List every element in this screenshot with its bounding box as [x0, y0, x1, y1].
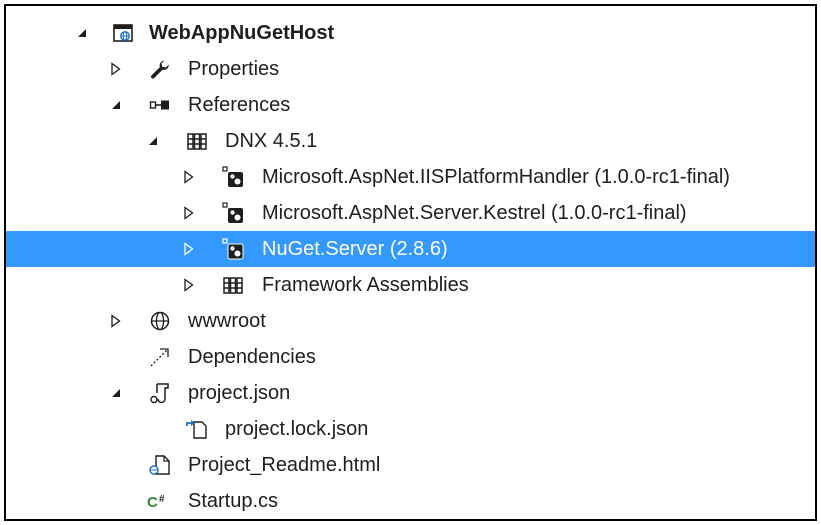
html-file-icon [149, 454, 171, 476]
lock-file-icon [186, 418, 208, 440]
solution-tree: WebAppNuGetHost Properties References DN… [6, 15, 815, 519]
expanded-arrow-icon[interactable] [146, 134, 160, 148]
expanded-arrow-icon[interactable] [109, 98, 123, 112]
tree-item-label: References [188, 94, 291, 116]
nuget-package-icon [222, 238, 244, 260]
tree-item-label: Dependencies [188, 346, 316, 368]
expanded-arrow-icon[interactable] [75, 26, 89, 40]
json-file-icon [149, 382, 171, 404]
globe-icon [149, 310, 171, 332]
tree-item-label: Properties [188, 58, 280, 80]
tree-item-label: DNX 4.5.1 [225, 130, 318, 152]
tree-item-framework-assemblies[interactable]: Framework Assemblies [6, 267, 815, 303]
tree-item-nuget-server-package[interactable]: NuGet.Server (2.8.6) [6, 231, 815, 267]
tree-item-label: project.json [188, 382, 291, 404]
wrench-icon [149, 58, 171, 80]
web-project-icon [112, 22, 134, 44]
collapsed-arrow-icon[interactable] [182, 278, 196, 292]
tree-item-wwwroot[interactable]: wwwroot [6, 303, 815, 339]
tree-item-iisplatformhandler-package[interactable]: Microsoft.AspNet.IISPlatformHandler (1.0… [6, 159, 815, 195]
tree-item-references[interactable]: References [6, 87, 815, 123]
tree-item-project-lock-json[interactable]: project.lock.json [6, 411, 815, 447]
collapsed-arrow-icon[interactable] [182, 242, 196, 256]
tree-item-webappnugethost[interactable]: WebAppNuGetHost [6, 15, 815, 51]
collapsed-arrow-icon[interactable] [109, 62, 123, 76]
tree-item-label: WebAppNuGetHost [149, 22, 335, 44]
nuget-package-icon [222, 202, 244, 224]
tree-item-dnx-451[interactable]: DNX 4.5.1 [6, 123, 815, 159]
tree-item-project-json[interactable]: project.json [6, 375, 815, 411]
expanded-arrow-icon[interactable] [109, 386, 123, 400]
tree-item-label: wwwroot [188, 310, 266, 332]
csharp-file-icon: C # [147, 490, 169, 512]
svg-text:C: C [147, 494, 158, 511]
tree-item-label: NuGet.Server (2.8.6) [262, 238, 448, 260]
tree-item-label: project.lock.json [225, 418, 369, 440]
tree-item-dependencies[interactable]: Dependencies [6, 339, 815, 375]
tree-item-label: Project_Readme.html [188, 454, 381, 476]
collapsed-arrow-icon[interactable] [182, 170, 196, 184]
dependencies-arrow-icon [149, 346, 171, 368]
references-icon [149, 94, 171, 116]
library-icon [222, 274, 244, 296]
svg-text:#: # [159, 494, 165, 505]
collapsed-arrow-icon[interactable] [182, 206, 196, 220]
collapsed-arrow-icon[interactable] [109, 314, 123, 328]
tree-item-properties[interactable]: Properties [6, 51, 815, 87]
tree-item-startup-cs[interactable]: C # Startup.cs [6, 483, 815, 519]
tree-item-label: Startup.cs [188, 490, 279, 512]
tree-item-project-readme-html[interactable]: Project_Readme.html [6, 447, 815, 483]
nuget-package-icon [222, 166, 244, 188]
library-icon [186, 130, 208, 152]
tree-item-kestrel-package[interactable]: Microsoft.AspNet.Server.Kestrel (1.0.0-r… [6, 195, 815, 231]
tree-item-label: Microsoft.AspNet.Server.Kestrel (1.0.0-r… [262, 202, 687, 224]
tree-item-label: Framework Assemblies [262, 274, 469, 296]
solution-explorer-panel: WebAppNuGetHost Properties References DN… [4, 4, 817, 521]
tree-item-label: Microsoft.AspNet.IISPlatformHandler (1.0… [262, 166, 730, 188]
